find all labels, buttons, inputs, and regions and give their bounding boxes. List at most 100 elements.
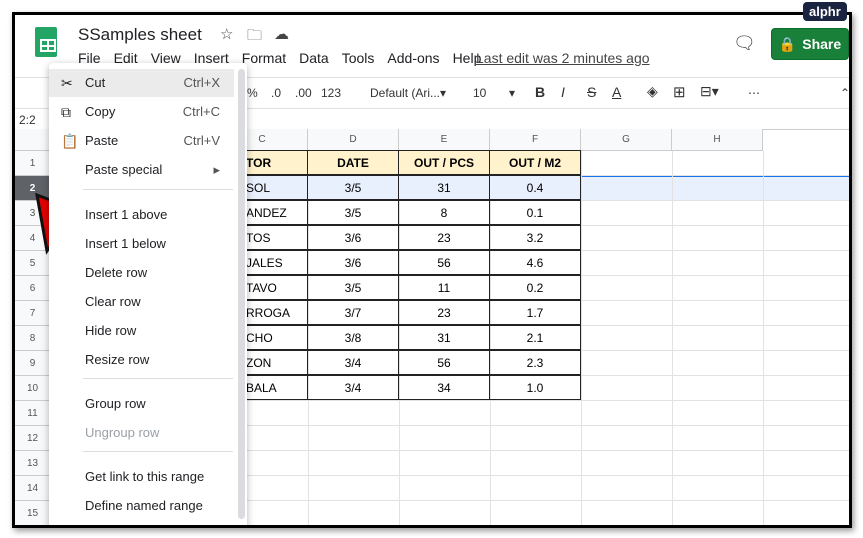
table-cell[interactable]: ZON (244, 350, 308, 375)
column-header-e[interactable]: E (399, 129, 490, 151)
table-cell[interactable]: 3.2 (489, 225, 581, 250)
increase-decimal-button[interactable]: .00 (295, 86, 312, 100)
table-cell[interactable]: 0.2 (489, 275, 581, 300)
name-box[interactable]: 2:2 (19, 113, 36, 127)
menu-item-clear-row[interactable]: Clear row (49, 288, 234, 316)
table-cell[interactable]: 8 (398, 200, 490, 225)
row-header-15[interactable]: 15 (15, 501, 51, 525)
header-cell[interactable]: TOR (244, 150, 308, 175)
menu-item-insert-below[interactable]: Insert 1 below (49, 230, 234, 258)
menu-item-resize-row[interactable]: Resize row (49, 346, 234, 374)
table-cell[interactable]: 1.0 (489, 375, 581, 400)
table-cell[interactable]: 3/5 (307, 275, 399, 300)
borders-icon[interactable]: ⊞ (673, 83, 686, 101)
font-size-select[interactable]: 10 (473, 86, 486, 100)
menu-item-define-named-range[interactable]: Define named range (49, 492, 234, 520)
menu-format[interactable]: Format (242, 50, 286, 66)
menu-tools[interactable]: Tools (342, 50, 375, 66)
menu-item-paste-special[interactable]: Paste special ▸ (49, 156, 234, 184)
row-header-9[interactable]: 9 (15, 351, 51, 376)
cloud-status-icon[interactable]: ☁ (274, 25, 289, 43)
table-cell[interactable]: 31 (398, 325, 490, 350)
table-cell[interactable]: 23 (398, 300, 490, 325)
table-cell[interactable]: ANDEZ (244, 200, 308, 225)
column-header-h[interactable]: H (672, 129, 763, 151)
table-cell[interactable]: BALA (244, 375, 308, 400)
table-cell[interactable]: 34 (398, 375, 490, 400)
menu-scrollbar[interactable] (238, 69, 245, 519)
table-cell[interactable]: 3/5 (307, 200, 399, 225)
table-cell[interactable]: 3/8 (307, 325, 399, 350)
row-header-1[interactable]: 1 (15, 151, 51, 176)
more-formats-button[interactable]: 123 (321, 86, 341, 100)
menu-item-hide-row[interactable]: Hide row (49, 317, 234, 345)
column-header-f[interactable]: F (490, 129, 581, 151)
table-cell[interactable]: RROGA (244, 300, 308, 325)
table-cell[interactable]: 2.1 (489, 325, 581, 350)
column-header-g[interactable]: G (581, 129, 672, 151)
table-cell[interactable]: TAVO (244, 275, 308, 300)
table-cell[interactable]: 3/4 (307, 375, 399, 400)
row-header-6[interactable]: 6 (15, 276, 51, 301)
menu-item-get-link[interactable]: Get link to this range (49, 463, 234, 491)
header-cell[interactable]: OUT / M2 (489, 150, 581, 175)
row-header-11[interactable]: 11 (15, 401, 51, 426)
font-select[interactable]: Default (Ari... (370, 86, 440, 100)
strikethrough-button[interactable]: S (587, 84, 596, 100)
collapse-icon[interactable]: ⌃ (840, 86, 849, 100)
menu-item-copy[interactable]: ⧉ Copy Ctrl+C (49, 98, 234, 126)
table-cell[interactable]: 1.7 (489, 300, 581, 325)
table-cell[interactable]: 0.1 (489, 200, 581, 225)
italic-button[interactable]: I (561, 84, 565, 100)
menu-addons[interactable]: Add-ons (387, 50, 439, 66)
menu-item-cut[interactable]: ✂ Cut Ctrl+X (49, 69, 234, 97)
table-cell[interactable]: 56 (398, 250, 490, 275)
percent-button[interactable]: % (247, 86, 258, 100)
text-color-button[interactable]: A (612, 84, 621, 100)
table-cell[interactable]: 11 (398, 275, 490, 300)
row-header-14[interactable]: 14 (15, 476, 51, 501)
star-icon[interactable]: ☆ (220, 25, 233, 43)
table-cell[interactable]: SOL (244, 175, 308, 200)
chevron-down-icon[interactable]: ▾ (440, 86, 446, 100)
table-cell[interactable]: 3/6 (307, 250, 399, 275)
row-header-13[interactable]: 13 (15, 451, 51, 476)
table-cell[interactable]: 3/7 (307, 300, 399, 325)
row-header-8[interactable]: 8 (15, 326, 51, 351)
menu-item-paste[interactable]: 📋 Paste Ctrl+V (49, 127, 234, 155)
table-cell[interactable]: 3/5 (307, 175, 399, 200)
chevron-down-icon[interactable]: ▾ (509, 86, 515, 100)
share-button[interactable]: 🔒 Share (771, 28, 849, 60)
row-header-10[interactable]: 10 (15, 376, 51, 401)
comment-icon[interactable]: 🗨 (733, 33, 756, 54)
row-header-7[interactable]: 7 (15, 301, 51, 326)
menu-data[interactable]: Data (299, 50, 329, 66)
sheets-logo-icon[interactable] (35, 27, 57, 57)
table-cell[interactable]: 3/6 (307, 225, 399, 250)
fill-color-icon[interactable]: ◈ (647, 83, 658, 100)
header-cell[interactable]: OUT / PCS (398, 150, 490, 175)
table-cell[interactable]: 56 (398, 350, 490, 375)
table-cell[interactable]: JALES (244, 250, 308, 275)
move-folder-icon[interactable]: 🗀 (247, 25, 262, 50)
menu-item-group-row[interactable]: Group row (49, 390, 234, 418)
table-cell[interactable]: 23 (398, 225, 490, 250)
last-edit-link[interactable]: Last edit was 2 minutes ago (476, 50, 650, 66)
header-cell[interactable]: DATE (307, 150, 399, 175)
table-cell[interactable]: 0.4 (489, 175, 581, 200)
merge-cells-icon[interactable]: ⊟▾ (700, 83, 719, 100)
doc-title[interactable]: SSamples sheet (78, 25, 202, 45)
column-header-d[interactable]: D (308, 129, 399, 151)
decrease-decimal-button[interactable]: .0 (271, 86, 281, 100)
row-header-12[interactable]: 12 (15, 426, 51, 451)
table-cell[interactable]: TOS (244, 225, 308, 250)
table-cell[interactable]: 31 (398, 175, 490, 200)
table-cell[interactable]: 4.6 (489, 250, 581, 275)
menu-item-delete-row[interactable]: Delete row (49, 259, 234, 287)
bold-button[interactable]: B (535, 84, 545, 100)
menu-item-insert-above[interactable]: Insert 1 above (49, 201, 234, 229)
more-icon[interactable]: ⋯ (748, 86, 760, 100)
table-cell[interactable]: 2.3 (489, 350, 581, 375)
table-cell[interactable]: CHO (244, 325, 308, 350)
table-cell[interactable]: 3/4 (307, 350, 399, 375)
